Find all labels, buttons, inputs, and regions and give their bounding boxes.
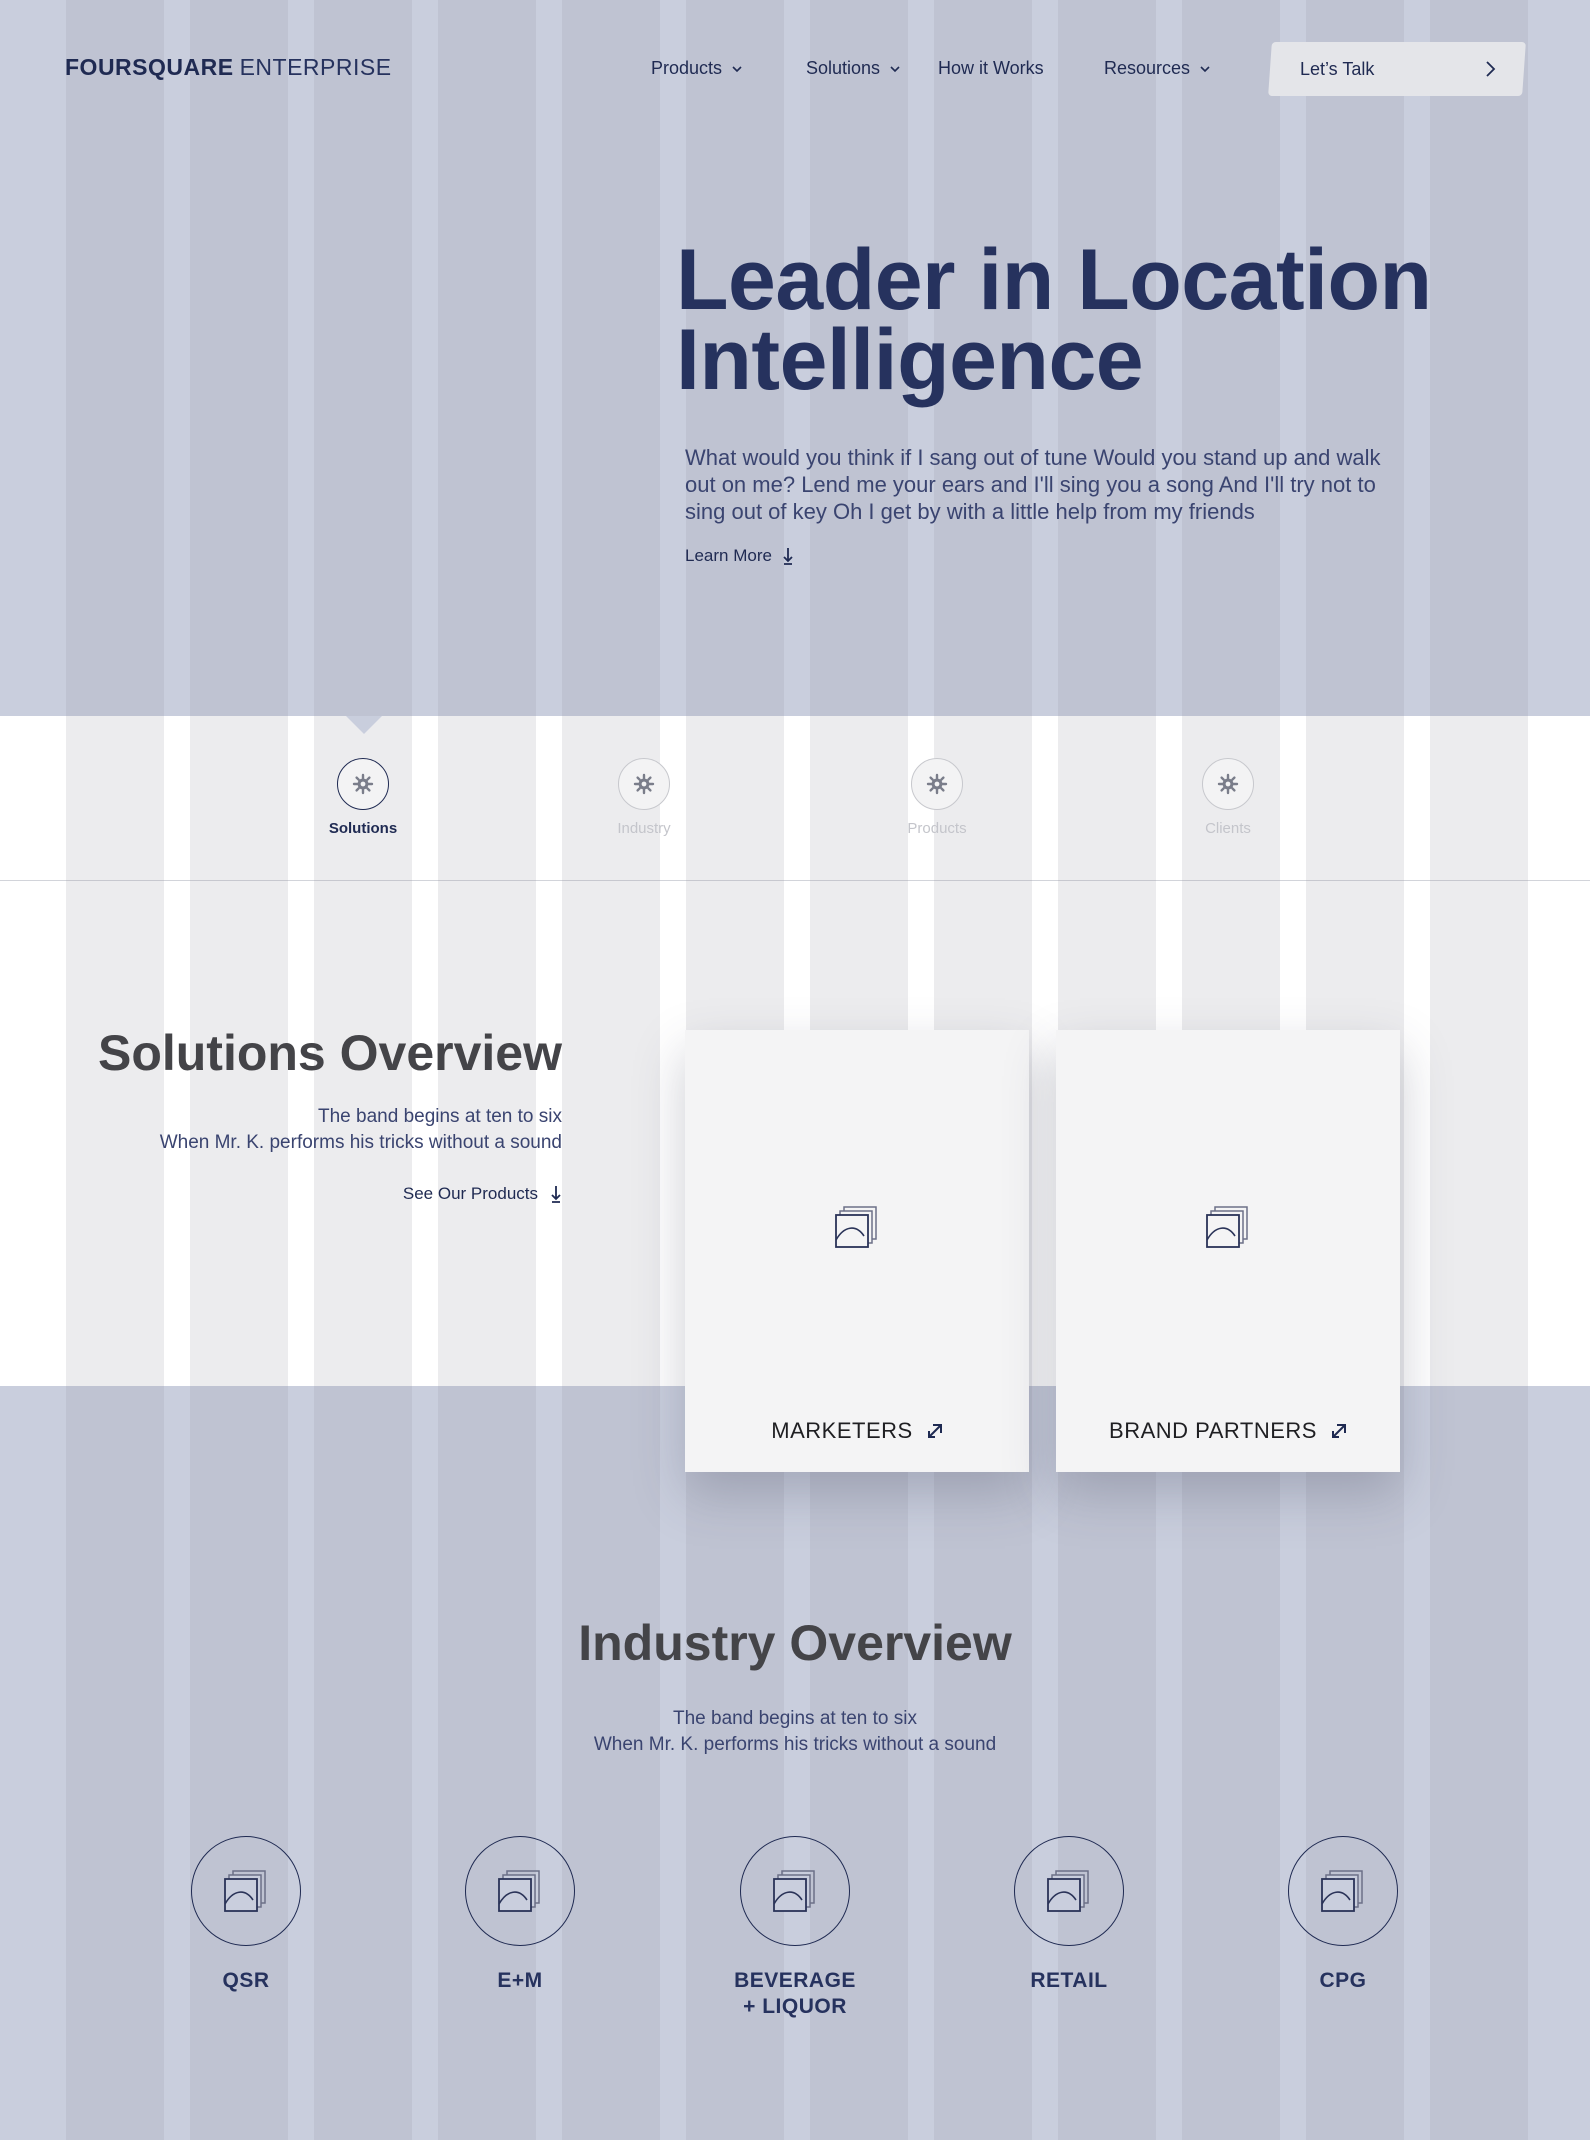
industry-label-line2: + LIQUOR [743, 1995, 847, 2018]
tab-icon-circle [337, 758, 389, 810]
industry-body: The band begins at ten to six When Mr. K… [0, 1706, 1590, 1758]
active-tab-pointer [346, 716, 382, 734]
industry-body-line1: The band begins at ten to six [673, 1708, 917, 1729]
nav-item-label: Resources [1104, 58, 1191, 78]
arrow-down-icon [551, 1186, 561, 1203]
nav-item-resources[interactable]: Resources [1104, 58, 1210, 79]
site-header: FOURSQUARE ENTERPRISE Products Solutions … [0, 0, 1590, 140]
gear-icon [352, 773, 374, 795]
solutions-body-line2: When Mr. K. performs his tricks without … [159, 1132, 562, 1153]
industry-item-em[interactable]: E+M [420, 1836, 620, 1994]
image-placeholder-icon [1047, 1870, 1089, 1912]
gear-icon [633, 773, 655, 795]
tabs-divider [0, 880, 1590, 881]
chevron-down-icon [890, 65, 900, 72]
nav-item-label: Solutions [806, 58, 881, 78]
hero-title: Leader in Location Intelligence [676, 237, 1436, 403]
industry-label-line1: RETAIL [1030, 1969, 1108, 1992]
industry-icon-circle [465, 1836, 575, 1946]
tab-label: Industry [617, 820, 671, 837]
industry-label: QSR [146, 1968, 346, 1994]
arrow-down-icon [783, 548, 793, 565]
cta-label: Let’s Talk [1299, 59, 1375, 79]
industry-icon-circle [740, 1836, 850, 1946]
industry-label-line1: CPG [1319, 1969, 1367, 1992]
lets-talk-button[interactable]: Let’s Talk [1268, 42, 1526, 96]
external-link-icon [927, 1424, 942, 1438]
site-logo[interactable]: FOURSQUARE ENTERPRISE [65, 54, 392, 81]
industry-label-line1: BEVERAGE [734, 1969, 856, 1992]
image-placeholder-icon [835, 1206, 877, 1248]
nav-item-how-it-works[interactable]: How it Works [938, 58, 1044, 79]
card-label-text: MARKETERS [771, 1418, 913, 1443]
tab-products[interactable]: Products [867, 758, 1007, 837]
image-placeholder-icon [773, 1870, 815, 1912]
industry-label: E+M [420, 1968, 620, 1994]
tab-icon-circle [1202, 758, 1254, 810]
industry-item-beverage-liquor[interactable]: BEVERAGE + LIQUOR [695, 1836, 895, 2020]
see-products-label: See Our Products [402, 1184, 538, 1203]
industry-label: BEVERAGE + LIQUOR [695, 1968, 895, 2020]
industry-icon-circle [191, 1836, 301, 1946]
industry-item-cpg[interactable]: CPG [1243, 1836, 1443, 1994]
solutions-body-line1: The band begins at ten to six [318, 1106, 562, 1127]
learn-more-link[interactable]: Learn More [685, 546, 794, 566]
industry-body-line2: When Mr. K. performs his tricks without … [593, 1734, 997, 1755]
tab-label: Products [907, 820, 967, 837]
card-label: MARKETERS [685, 1418, 1029, 1444]
tab-clients[interactable]: Clients [1158, 758, 1298, 837]
image-placeholder-icon [1321, 1870, 1363, 1912]
external-link-icon [1331, 1424, 1346, 1438]
image-placeholder-icon [224, 1870, 266, 1912]
tab-label: Clients [1205, 820, 1251, 837]
nav-item-products[interactable]: Products [651, 58, 742, 79]
gear-icon [926, 773, 948, 795]
logo-subtitle: ENTERPRISE [239, 54, 392, 80]
industry-label: CPG [1243, 1968, 1443, 1994]
see-our-products-link[interactable]: See Our Products [360, 1184, 562, 1204]
industry-title: Industry Overview [578, 1615, 1012, 1671]
image-placeholder-icon [498, 1870, 540, 1912]
industry-icon-circle [1288, 1836, 1398, 1946]
nav-item-solutions[interactable]: Solutions [806, 58, 900, 79]
chevron-right-icon [1486, 61, 1496, 77]
solutions-body: The band begins at ten to six When Mr. K… [60, 1104, 562, 1156]
learn-more-label: Learn More [685, 546, 772, 565]
industry-icon-circle [1014, 1836, 1124, 1946]
gear-icon [1217, 773, 1239, 795]
industry-label: RETAIL [969, 1968, 1169, 1994]
solutions-title: Solutions Overview [97, 1025, 562, 1081]
industry-item-retail[interactable]: RETAIL [969, 1836, 1169, 1994]
industry-item-qsr[interactable]: QSR [146, 1836, 346, 1994]
nav-item-label: Products [651, 58, 723, 78]
image-placeholder-icon [1206, 1206, 1248, 1248]
card-label-text: BRAND PARTNERS [1109, 1418, 1317, 1443]
card-brand-partners[interactable]: BRAND PARTNERS [1056, 1030, 1400, 1472]
tab-label: Solutions [328, 820, 398, 837]
industry-background [0, 1386, 1590, 2140]
tab-industry[interactable]: Industry [574, 758, 714, 837]
industry-label-line1: E+M [497, 1969, 543, 1992]
card-label: BRAND PARTNERS [1056, 1418, 1400, 1444]
industry-label-line1: QSR [222, 1969, 270, 1992]
tab-icon-circle [618, 758, 670, 810]
card-marketers[interactable]: MARKETERS [685, 1030, 1029, 1472]
hero-title-line2: Intelligence [676, 312, 1144, 408]
chevron-down-icon [732, 65, 742, 72]
tab-icon-circle [911, 758, 963, 810]
logo-brand: FOURSQUARE [65, 54, 234, 80]
tab-solutions[interactable]: Solutions [293, 758, 433, 837]
chevron-down-icon [1200, 65, 1210, 72]
hero-body: What would you think if I sang out of tu… [685, 445, 1381, 524]
nav-item-label: How it Works [938, 58, 1044, 78]
